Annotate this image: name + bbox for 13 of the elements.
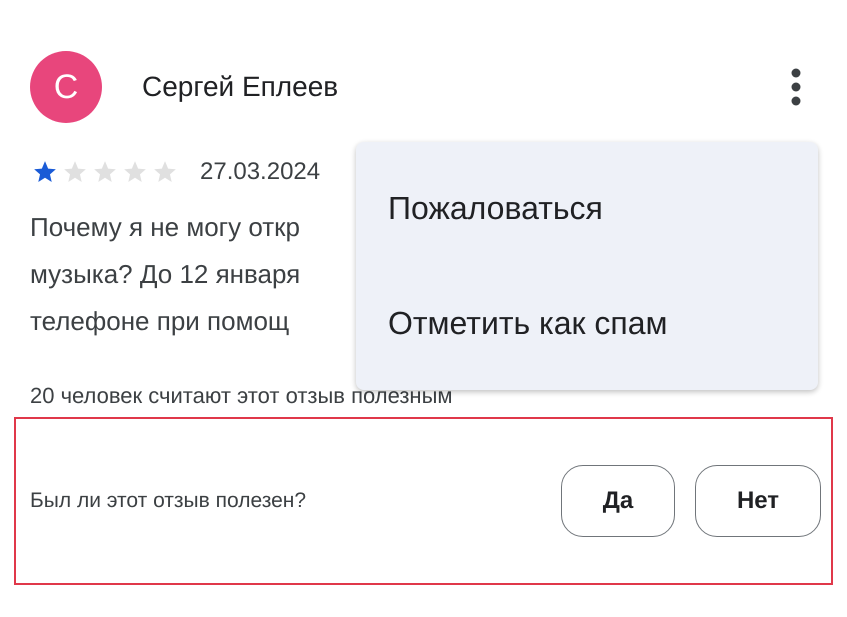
review-text: музыка? До 12 января <box>30 258 300 291</box>
review-date: 27.03.2024 <box>200 158 320 186</box>
no-button[interactable]: Нет <box>695 465 821 537</box>
author-name: Сергей Еплеев <box>142 71 340 103</box>
review-text: телефоне при помощ <box>30 305 290 338</box>
review-text: Почему я не могу откр <box>30 211 300 244</box>
menu-item[interactable]: Отметить как спам <box>388 305 668 342</box>
more-options-icon[interactable] <box>789 67 803 107</box>
helpful-count: 20 человек считают этот отзыв полезным <box>30 383 453 409</box>
yes-button[interactable]: Да <box>561 465 675 537</box>
menu-item[interactable]: Пожаловаться <box>388 190 603 227</box>
feedback-question: Был ли этот отзыв полезен? <box>30 489 308 513</box>
avatar: С <box>30 51 102 123</box>
